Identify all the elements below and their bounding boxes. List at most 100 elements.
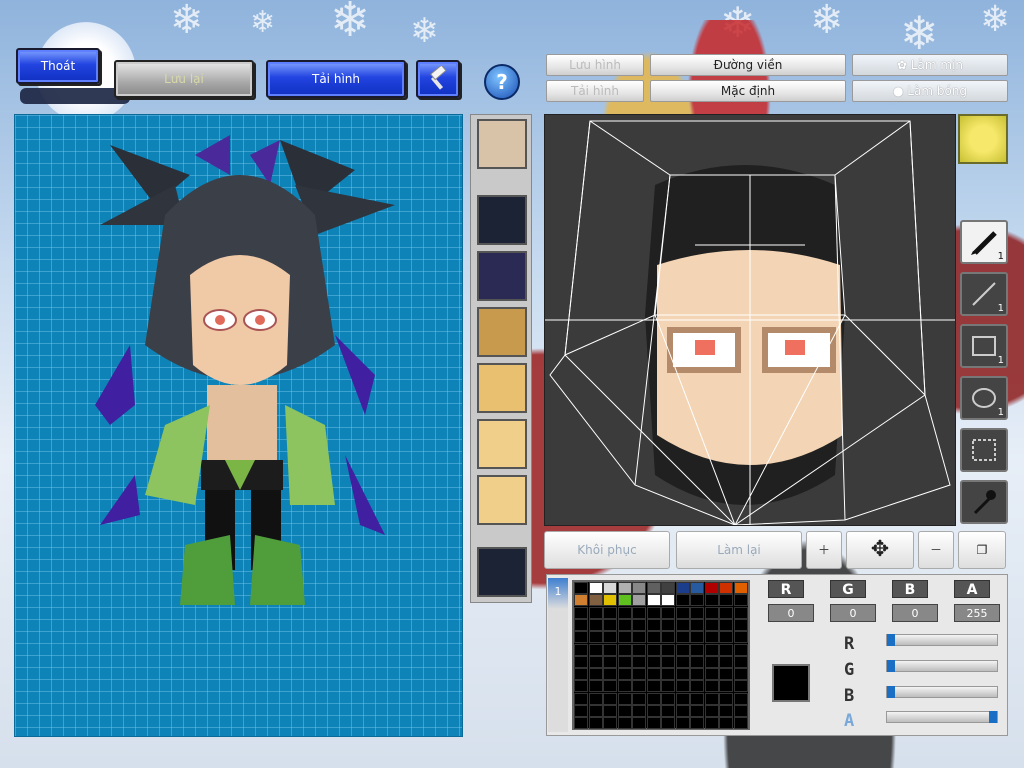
move-button[interactable]: ✥ [846,531,914,569]
palette-swatch[interactable] [661,582,675,594]
redo-button[interactable]: Làm lại [676,531,802,569]
palette-swatch[interactable] [646,655,661,668]
palette-swatch[interactable] [719,705,733,717]
palette-swatch[interactable] [646,631,661,644]
palette-swatch[interactable] [646,606,661,619]
palette-swatch[interactable] [661,705,675,717]
palette-swatch[interactable] [646,618,661,631]
palette-swatch[interactable] [617,631,632,644]
tab-outline[interactable]: Đường viền [650,54,846,76]
palette-swatch[interactable] [719,606,733,619]
palette-swatch[interactable] [574,582,588,594]
part-thumb-face-plain[interactable] [477,419,527,469]
palette-swatch[interactable] [574,631,588,644]
palette-swatch[interactable] [690,680,704,693]
ellipse-tool[interactable]: 1 [960,376,1008,420]
palette-swatch[interactable] [603,692,617,705]
palette-swatch[interactable] [661,618,675,631]
palette-swatch[interactable] [661,680,675,693]
palette-swatch[interactable] [719,643,733,656]
palette-swatch[interactable] [588,594,603,607]
palette-swatch[interactable] [617,606,632,619]
palette-swatch[interactable] [675,594,690,607]
palette-swatch[interactable] [675,668,690,681]
palette-swatch[interactable] [588,618,603,631]
palette-swatch[interactable] [588,717,603,730]
palette-swatch[interactable] [675,582,690,594]
blue-slider-thumb[interactable] [887,686,895,698]
palette-swatch[interactable] [690,655,704,668]
palette-swatch[interactable] [704,668,719,681]
reload-image-button[interactable]: Tải hình [266,60,406,98]
palette-swatch[interactable] [588,655,603,668]
palette-swatch[interactable] [675,631,690,644]
save-button[interactable]: Lưu lại [114,60,254,98]
palette-swatch[interactable] [617,705,632,717]
palette-swatch[interactable] [617,655,632,668]
palette-swatch[interactable] [690,705,704,717]
palette-swatch[interactable] [617,680,632,693]
part-thumb-empty[interactable] [477,195,527,245]
palette-swatch[interactable] [646,668,661,681]
zoom-out-button[interactable]: － [918,531,954,569]
character-preview-canvas[interactable] [14,114,463,737]
palette-swatch[interactable] [646,680,661,693]
palette-swatch[interactable] [704,594,719,607]
channel-value-r[interactable]: 0 [768,604,814,622]
palette-swatch[interactable] [661,606,675,619]
palette-swatch[interactable] [690,692,704,705]
palette-swatch[interactable] [733,594,748,607]
palette-swatch[interactable] [603,618,617,631]
palette-swatch[interactable] [588,643,603,656]
palette-swatch[interactable] [661,717,675,730]
pen-tool[interactable]: 1 [960,220,1008,264]
palette-swatch[interactable] [704,705,719,717]
channel-value-b[interactable]: 0 [892,604,938,622]
palette-swatch[interactable] [704,582,719,594]
palette-swatch[interactable] [603,631,617,644]
palette-swatch[interactable] [733,655,748,668]
palette-swatch[interactable] [646,582,661,594]
rectangle-tool[interactable]: 1 [960,324,1008,368]
palette-swatch[interactable] [675,692,690,705]
alpha-slider[interactable] [886,711,998,723]
blue-slider[interactable] [886,686,998,698]
green-slider-thumb[interactable] [887,660,895,672]
palette-swatch[interactable] [588,680,603,693]
palette-swatch[interactable] [733,680,748,693]
palette-swatch[interactable] [719,618,733,631]
palette-swatch[interactable] [733,606,748,619]
palette-swatch[interactable] [603,594,617,607]
palette-swatch[interactable] [661,594,675,607]
palette-swatch[interactable] [690,717,704,730]
exit-button[interactable]: Thoát [16,48,100,84]
part-thumb-empty-2[interactable] [477,547,527,597]
palette-swatch[interactable] [646,717,661,730]
palette-swatch[interactable] [632,631,646,644]
palette-swatch[interactable] [574,655,588,668]
palette-swatch[interactable] [574,692,588,705]
hammer-tool-button[interactable] [416,60,460,98]
palette-swatch[interactable] [588,705,603,717]
palette-swatch[interactable] [603,705,617,717]
palette-swatch[interactable] [603,655,617,668]
palette-swatch[interactable] [632,705,646,717]
part-thumb-avatar[interactable] [477,119,527,169]
palette-swatch[interactable] [632,655,646,668]
palette-swatch[interactable] [588,668,603,681]
palette-swatch[interactable] [617,668,632,681]
palette-swatch[interactable] [617,692,632,705]
palette-swatch[interactable] [574,594,588,607]
palette-swatch[interactable] [733,668,748,681]
palette-swatch[interactable] [574,643,588,656]
palette-swatch[interactable] [617,618,632,631]
palette-swatch[interactable] [690,582,704,594]
palette-swatch[interactable] [719,594,733,607]
palette-swatch[interactable] [733,618,748,631]
palette-swatch[interactable] [704,631,719,644]
alpha-slider-thumb[interactable] [989,711,997,723]
palette-swatch[interactable] [574,618,588,631]
palette-swatch[interactable] [603,606,617,619]
palette-swatch[interactable] [574,606,588,619]
palette-swatch[interactable] [690,643,704,656]
